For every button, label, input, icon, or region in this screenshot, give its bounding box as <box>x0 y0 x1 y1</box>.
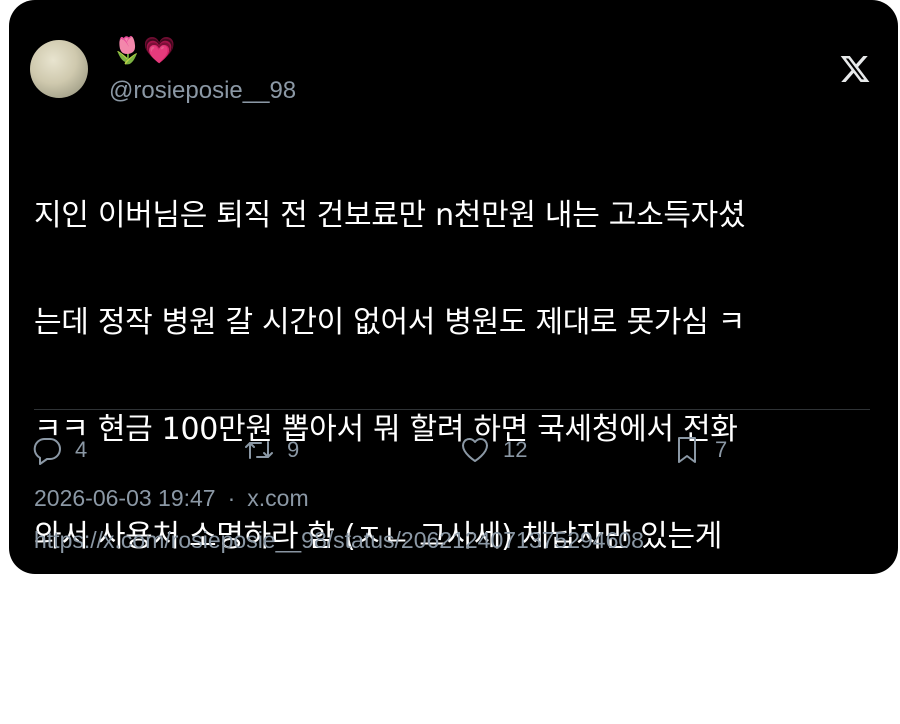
display-name[interactable]: 🌷💗 <box>111 33 176 69</box>
timestamp[interactable]: 2026-06-03 19:47 <box>34 485 216 511</box>
reply-button[interactable]: 4 <box>31 430 87 470</box>
tweet-text-line: 는데 정작 병원 갈 시간이 없어서 병원도 제대로 못가심 ㅋ <box>34 304 746 340</box>
bookmark-button[interactable]: 7 <box>671 430 727 470</box>
source-domain: x.com <box>247 485 309 511</box>
x-logo-icon[interactable] <box>839 53 871 85</box>
tweet-card: 🌷💗 @rosieposie__98 지인 이버님은 퇴직 전 건보료만 n천만… <box>9 0 898 661</box>
heart-icon <box>461 437 489 462</box>
reply-count: 4 <box>75 437 88 462</box>
retweet-button[interactable]: 9 <box>243 430 299 470</box>
divider <box>34 409 870 410</box>
bookmark-icon <box>678 437 696 463</box>
tweet-url[interactable]: https://x.com/rosieposie__98/status/2062… <box>34 524 644 556</box>
tweet-text-line: 지인 이버님은 퇴직 전 건보료만 n천만원 내는 고소득자셨 <box>34 197 746 233</box>
retweet-icon <box>245 441 273 459</box>
like-count: 12 <box>503 437 528 462</box>
reply-icon <box>33 438 61 465</box>
tweet-text-line: ㅋㅋ 현금 100만원 뽑아서 뭐 할려 하면 국세청에서 전화 <box>34 411 738 447</box>
like-button[interactable]: 12 <box>459 430 527 470</box>
tweet-meta: 2026-06-03 19:47 · x.com <box>34 482 309 514</box>
tweet-text-line: 아닌데 왤케 욕을 못해 안달인지 <box>34 625 426 661</box>
user-handle[interactable]: @rosieposie__98 <box>109 76 296 106</box>
bookmark-count: 7 <box>715 437 728 462</box>
retweet-count: 9 <box>287 437 300 462</box>
meta-separator: · <box>227 485 236 511</box>
tweet-text: 지인 이버님은 퇴직 전 건보료만 n천만원 내는 고소득자셨 는데 정작 병원… <box>34 135 874 724</box>
avatar[interactable] <box>30 40 88 98</box>
